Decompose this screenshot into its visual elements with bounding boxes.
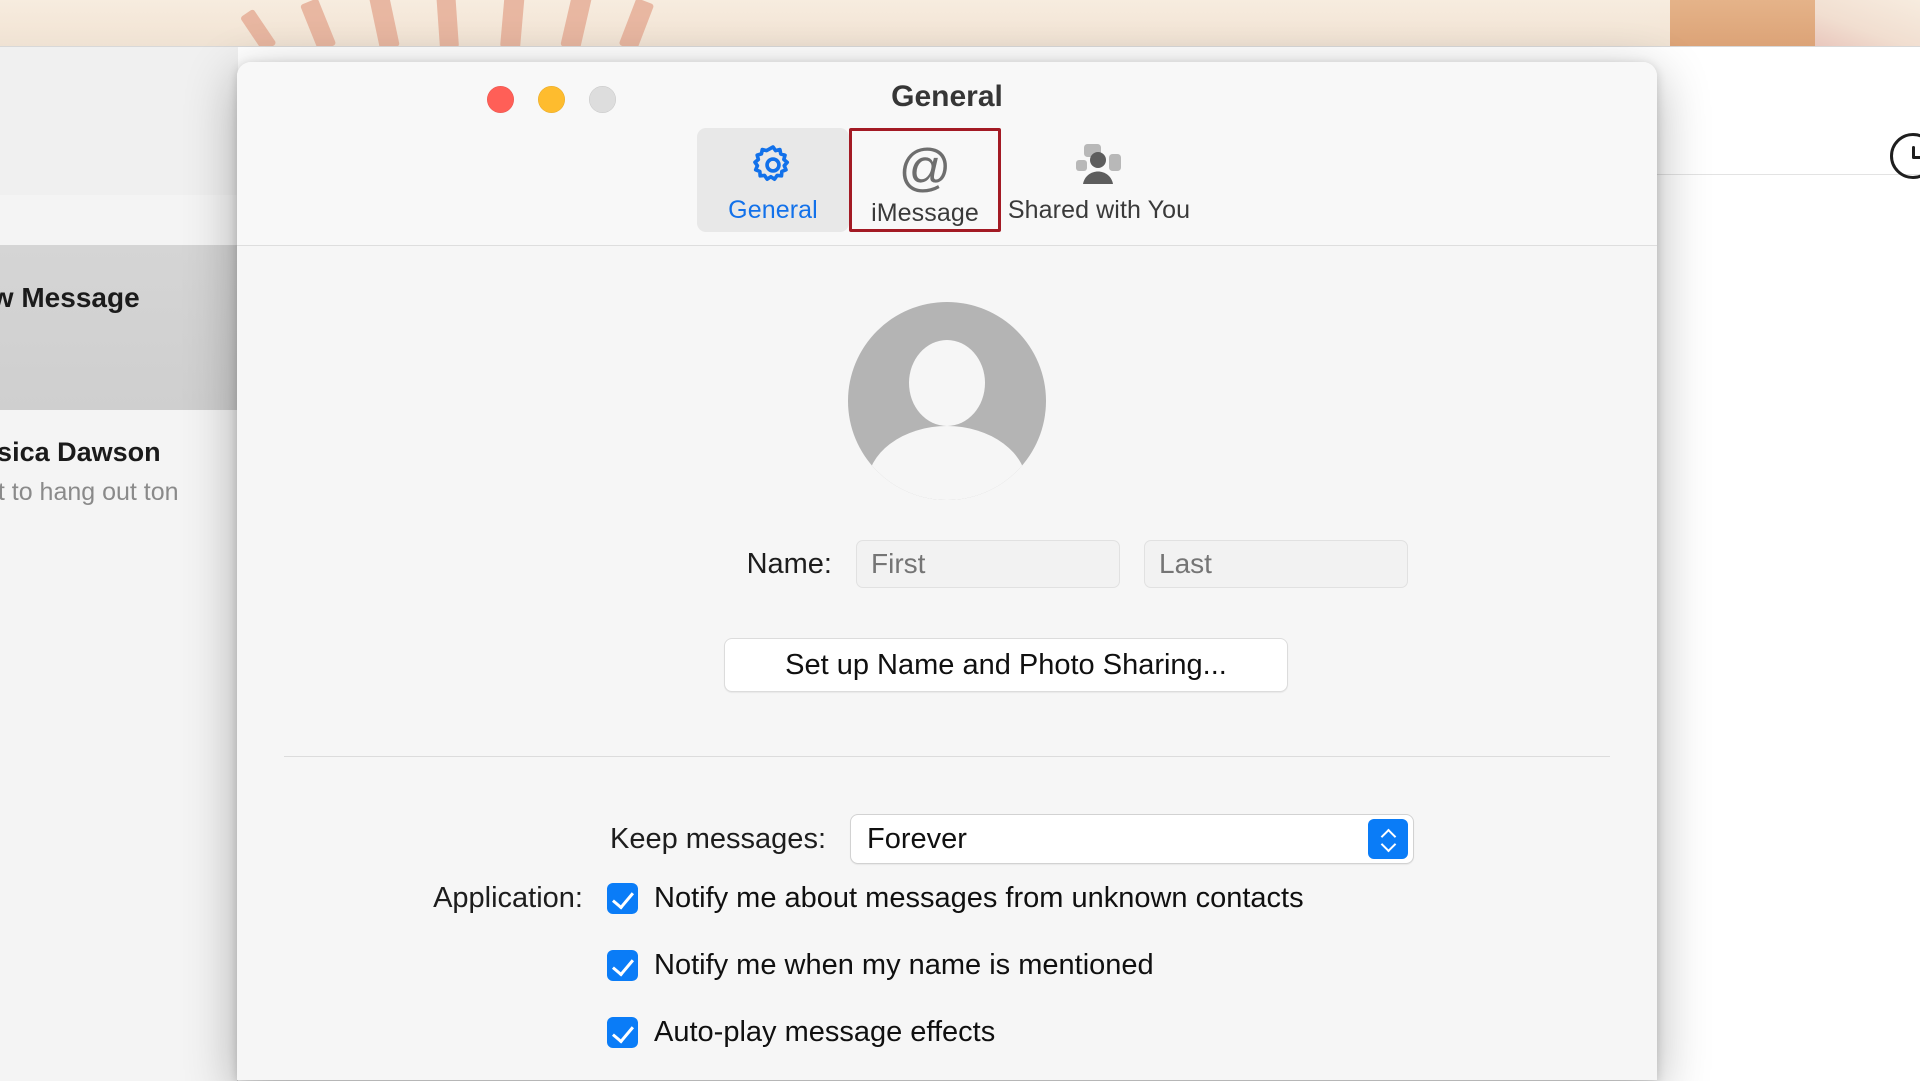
settings-window: General General @ iMessage: [237, 62, 1657, 1080]
window-titlebar: General General @ iMessage: [237, 62, 1657, 246]
wallpaper-ray: [436, 0, 459, 46]
wallpaper-ray: [240, 9, 277, 46]
application-option-row: Auto-play message effects: [237, 1016, 1657, 1049]
sidebar-item-new-message[interactable]: New Message: [0, 245, 238, 410]
window-title: General: [237, 80, 1657, 114]
keep-messages-label: Keep messages:: [480, 823, 850, 856]
conversation-list-item[interactable]: Jessica Dawson want to hang out ton: [0, 410, 238, 570]
first-name-input[interactable]: [856, 540, 1120, 588]
checkbox-auto-play-effects[interactable]: [607, 1017, 638, 1048]
name-label: Name:: [486, 548, 856, 581]
application-option-row: Application: Notify me about messages fr…: [237, 882, 1657, 915]
name-row: Name:: [237, 540, 1657, 588]
avatar-body: [867, 426, 1027, 500]
sidebar-item-label: New Message: [0, 282, 140, 314]
keep-messages-select[interactable]: Forever: [850, 814, 1414, 864]
checkbox-label: Notify me about messages from unknown co…: [654, 882, 1304, 915]
shared-with-you-icon: [1073, 140, 1125, 190]
application-options: Application: Notify me about messages fr…: [237, 882, 1657, 1080]
checkbox-label: Auto-play message effects: [654, 1016, 995, 1049]
wallpaper-ray: [500, 0, 525, 46]
section-divider: [284, 756, 1610, 757]
tab-label: Shared with You: [1008, 196, 1190, 225]
checkbox-notify-name-mentioned[interactable]: [607, 950, 638, 981]
messages-sidebar: New Message Jessica Dawson want to hang …: [0, 47, 238, 1081]
tab-label: General: [728, 196, 818, 225]
sidebar-header: [0, 47, 238, 195]
wallpaper-ray: [560, 0, 592, 46]
application-label: Application:: [237, 882, 607, 915]
conversation-preview: want to hang out ton: [0, 478, 179, 507]
wallpaper-ray: [300, 0, 336, 46]
setup-button-row: Set up Name and Photo Sharing...: [237, 638, 1657, 692]
gear-icon: [750, 140, 796, 190]
wallpaper-ray: [619, 0, 655, 46]
avatar[interactable]: [848, 302, 1046, 500]
clock-icon[interactable]: [1890, 133, 1920, 179]
checkbox-label: Notify me when my name is mentioned: [654, 949, 1154, 982]
desktop-wallpaper: [0, 0, 1920, 46]
wallpaper-light-block: [1815, 0, 1920, 46]
spacer-label: [237, 949, 607, 982]
tab-label: iMessage: [871, 199, 979, 228]
avatar-head: [909, 340, 985, 426]
settings-content: Name: Set up Name and Photo Sharing... K…: [237, 246, 1657, 1080]
at-sign-icon: @: [899, 143, 952, 193]
checkbox-notify-unknown-contacts[interactable]: [607, 883, 638, 914]
conversation-sender: Jessica Dawson: [0, 437, 161, 468]
settings-tabbar: General @ iMessage: [237, 128, 1657, 232]
keep-messages-value: Forever: [867, 823, 967, 856]
tab-general[interactable]: General: [697, 128, 849, 232]
wallpaper-ray: [369, 0, 400, 46]
tab-shared-with-you[interactable]: Shared with You: [1001, 128, 1197, 232]
set-up-name-and-photo-sharing-button[interactable]: Set up Name and Photo Sharing...: [724, 638, 1288, 692]
last-name-input[interactable]: [1144, 540, 1408, 588]
tab-imessage[interactable]: @ iMessage: [849, 128, 1001, 232]
application-option-row: Notify me when my name is mentioned: [237, 949, 1657, 982]
chevron-down-icon: [1381, 840, 1396, 849]
chevron-up-down-icon[interactable]: [1368, 819, 1408, 859]
spacer-label: [237, 1016, 607, 1049]
keep-messages-row: Keep messages: Forever: [237, 814, 1657, 864]
